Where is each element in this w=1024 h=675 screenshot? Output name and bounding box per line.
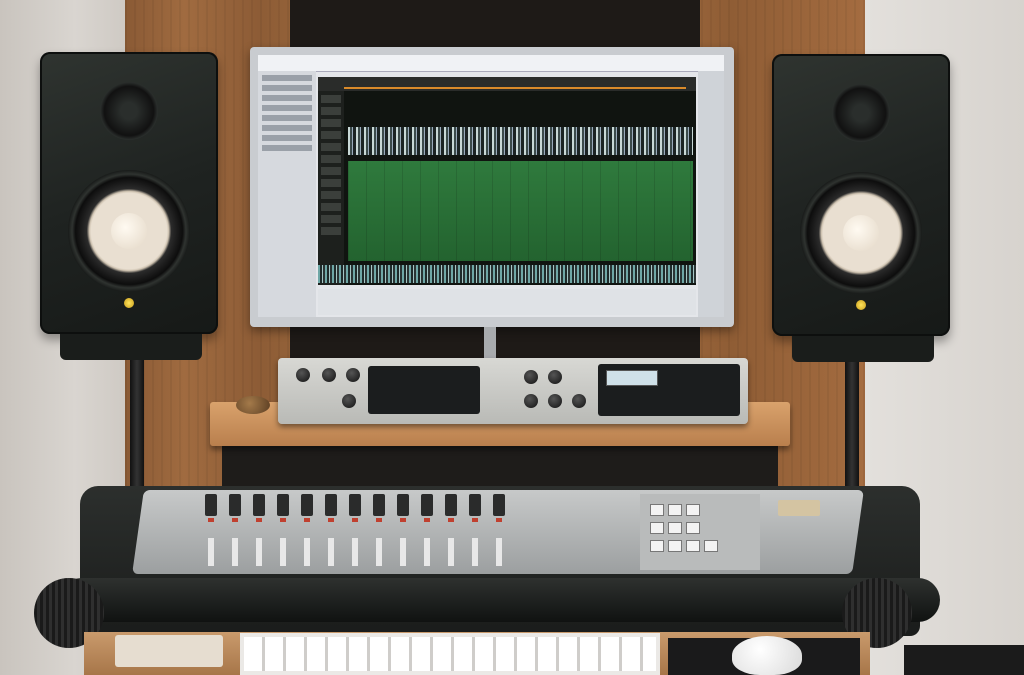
daw-browser-panel bbox=[258, 71, 316, 317]
daw-screen bbox=[258, 55, 724, 317]
studio-scene bbox=[0, 0, 1024, 675]
knob-icon bbox=[296, 368, 310, 382]
mouse-icon bbox=[732, 636, 802, 675]
knob-icon bbox=[524, 394, 538, 408]
daw-status-bar bbox=[318, 289, 696, 315]
preamp-panel bbox=[368, 366, 480, 414]
woofer bbox=[800, 172, 922, 294]
daw-titlebar bbox=[258, 55, 724, 72]
console-armrest bbox=[60, 578, 940, 622]
keyboard-icon bbox=[240, 633, 660, 675]
daw-inspector bbox=[698, 71, 724, 317]
monitor-stand bbox=[484, 327, 496, 361]
tweeter bbox=[100, 82, 158, 140]
speaker-right-icon bbox=[772, 54, 950, 362]
floor-cable bbox=[904, 645, 1024, 675]
channel-strips bbox=[150, 490, 540, 574]
speaker-left-icon bbox=[40, 52, 218, 360]
tweeter bbox=[832, 84, 890, 142]
audio-interface bbox=[278, 358, 748, 424]
power-led bbox=[856, 300, 866, 310]
monitor-icon bbox=[250, 47, 734, 327]
knob-icon bbox=[524, 370, 538, 384]
console-badge bbox=[778, 500, 820, 516]
control-device bbox=[115, 635, 223, 667]
console-master-section bbox=[640, 494, 760, 570]
knob-icon bbox=[572, 394, 586, 408]
knob-icon bbox=[322, 368, 336, 382]
woofer bbox=[68, 170, 190, 292]
knob-icon bbox=[346, 368, 360, 382]
knob-icon bbox=[548, 370, 562, 384]
midi-region bbox=[348, 161, 693, 261]
decorative-stone bbox=[236, 396, 270, 414]
power-led bbox=[124, 298, 134, 308]
display-panel bbox=[598, 364, 740, 416]
lcd-display bbox=[606, 370, 658, 386]
shelf-front bbox=[222, 446, 778, 486]
waveform-track bbox=[348, 127, 693, 155]
waveform-track bbox=[318, 265, 696, 283]
knob-icon bbox=[342, 394, 356, 408]
knob-icon bbox=[548, 394, 562, 408]
daw-arrangement bbox=[318, 77, 696, 285]
